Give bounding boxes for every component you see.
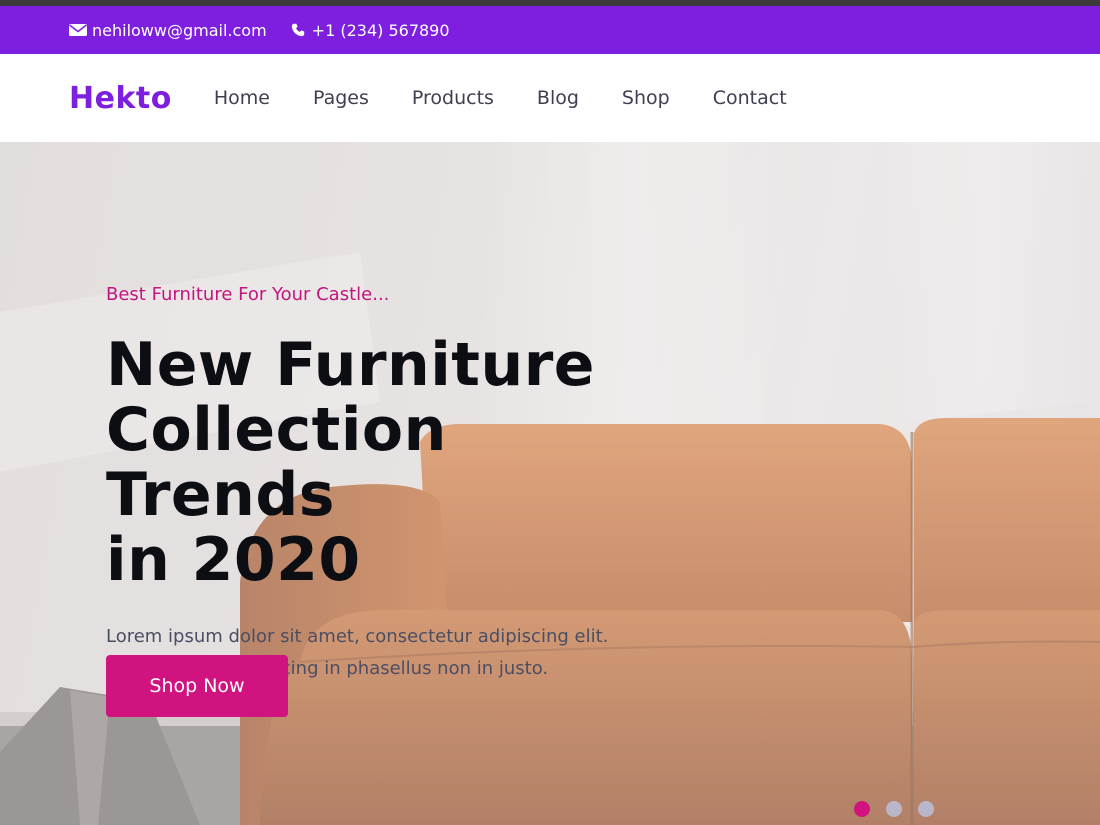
slider-dot-3[interactable] [918, 801, 934, 817]
hero-headline-line-3: in 2020 [106, 525, 361, 595]
hero-headline: New Furniture Collection Trends in 2020 [106, 333, 666, 593]
hero-headline-line-1: New Furniture [106, 330, 595, 400]
nav-link-products[interactable]: Products [412, 87, 494, 109]
contact-email-text: nehiloww@gmail.com [92, 20, 267, 40]
nav-link-shop[interactable]: Shop [622, 87, 670, 109]
hero-content: Best Furniture For Your Castle... New Fu… [106, 284, 666, 685]
nav-link-home[interactable]: Home [214, 87, 270, 109]
hero-headline-line-2: Collection Trends [106, 395, 447, 530]
slider-dot-2[interactable] [886, 801, 902, 817]
phone-icon [289, 23, 307, 37]
contact-bar: nehiloww@gmail.com +1 (234) 567890 [0, 6, 1100, 54]
contact-email[interactable]: nehiloww@gmail.com [69, 21, 267, 40]
envelope-icon [69, 23, 87, 37]
shop-now-button[interactable]: Shop Now [106, 655, 288, 717]
hero-subtitle: Best Furniture For Your Castle... [106, 284, 390, 305]
hero-banner: Best Furniture For Your Castle... New Fu… [0, 142, 1100, 825]
nav-link-pages[interactable]: Pages [313, 87, 369, 109]
slider-dot-1[interactable] [854, 801, 870, 817]
hero-description-line-1: Lorem ipsum dolor sit amet, consectetur … [106, 626, 609, 647]
nav-link-blog[interactable]: Blog [537, 87, 579, 109]
contact-phone-text: +1 (234) 567890 [311, 20, 450, 40]
nav-link-contact[interactable]: Contact [713, 87, 787, 109]
slider-dots [854, 801, 950, 817]
logo[interactable]: Hekto [69, 81, 172, 116]
contact-phone[interactable]: +1 (234) 567890 [289, 21, 450, 40]
main-navbar: Hekto Home Pages Products Blog Shop Cont… [0, 54, 1100, 142]
